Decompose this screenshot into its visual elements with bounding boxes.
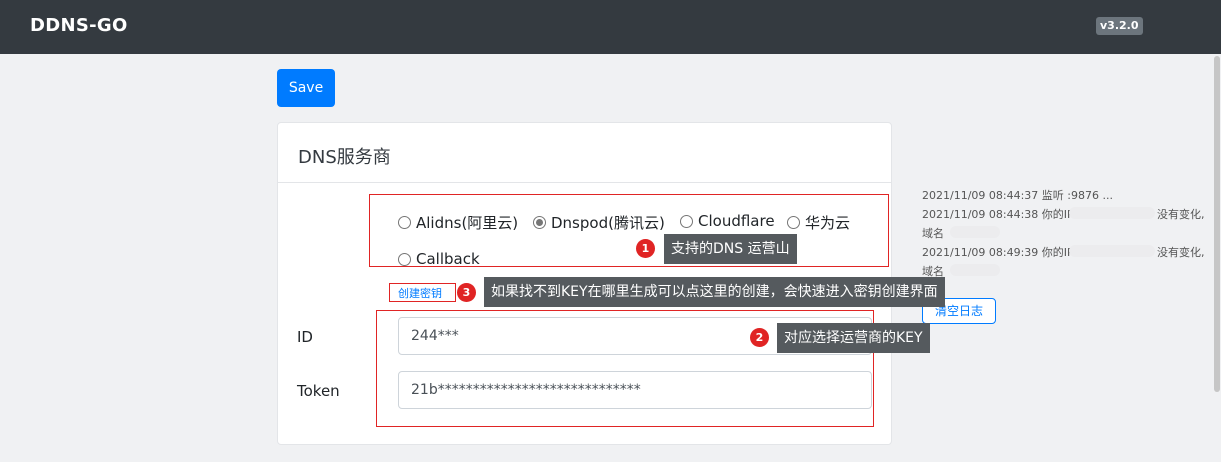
app-brand[interactable]: DDNS-GO	[30, 15, 128, 36]
radio-label: 华为云	[805, 214, 851, 232]
scrollbar-thumb[interactable]	[1214, 56, 1220, 392]
radio-circle-icon[interactable]	[680, 214, 693, 228]
radio-label: Cloudflare	[698, 212, 775, 230]
log-line: 2021/11/09 08:44:38 你的IP	[922, 208, 1074, 221]
log-line: 域名	[922, 227, 944, 240]
token-input[interactable]: 21b*****************************	[398, 371, 872, 409]
log-line: 2021/11/09 08:49:39 你的IP	[922, 246, 1074, 259]
radio-alidns[interactable]: Alidns(阿里云)	[398, 212, 518, 233]
annotation-tooltip-3: 如果找不到KEY在哪里生成可以点这里的创建，会快速进入密钥创建界面	[484, 277, 945, 307]
card-title: DNS服务商	[298, 147, 391, 168]
log-line: 2021/11/09 08:44:37 监听 :9876 ...	[922, 189, 1113, 202]
radio-checked-icon[interactable]	[533, 216, 546, 229]
top-navbar: DDNS-GO v3.2.0	[0, 0, 1221, 54]
radio-label: Dnspod(腾讯云)	[551, 214, 665, 232]
radio-circle-icon[interactable]	[398, 252, 411, 266]
redacted-domain	[950, 264, 1000, 276]
radio-label: Alidns(阿里云)	[416, 214, 519, 232]
log-line: 没有变化,	[1157, 246, 1205, 259]
radio-callback[interactable]: Callback	[398, 250, 480, 268]
radio-circle-icon[interactable]	[398, 216, 411, 229]
redacted-ip	[1069, 245, 1155, 257]
token-label: Token	[297, 382, 340, 400]
annotation-badge-3: 3	[457, 283, 476, 302]
id-label: ID	[297, 328, 313, 346]
version-badge: v3.2.0	[1096, 17, 1143, 35]
log-line: 没有变化,	[1157, 208, 1205, 221]
save-button[interactable]: Save	[277, 69, 335, 107]
create-key-link[interactable]: 创建密钥	[398, 285, 442, 301]
annotation-tooltip-1: 支持的DNS 运营山	[664, 234, 797, 264]
radio-huaweicloud[interactable]: 华为云	[787, 212, 850, 233]
annotation-tooltip-2: 对应选择运营商的KEY	[777, 323, 930, 353]
radio-label: Callback	[416, 250, 480, 268]
radio-cloudflare[interactable]: Cloudflare	[680, 212, 775, 230]
annotation-badge-1: 1	[636, 239, 655, 258]
radio-dnspod[interactable]: Dnspod(腾讯云)	[533, 212, 665, 233]
redacted-domain	[950, 226, 1000, 238]
radio-circle-icon[interactable]	[787, 216, 800, 229]
card-header: DNS服务商	[278, 123, 891, 183]
redacted-ip	[1069, 207, 1155, 219]
annotation-badge-2: 2	[750, 328, 769, 347]
